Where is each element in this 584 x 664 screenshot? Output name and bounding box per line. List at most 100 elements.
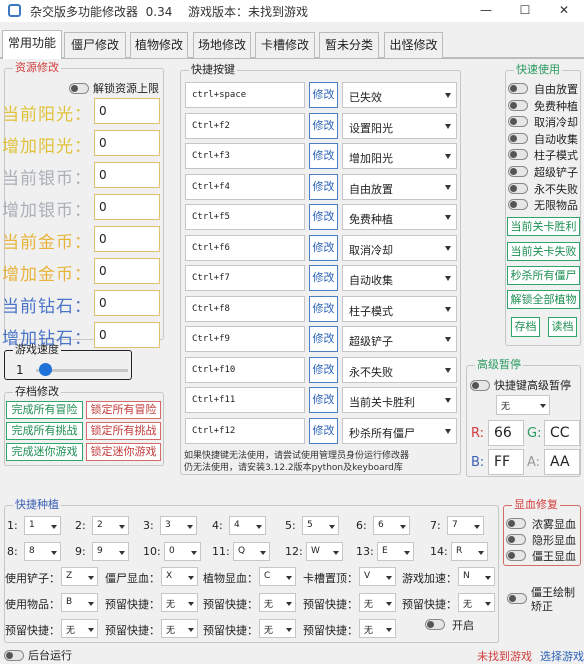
- lock-minigame-button[interactable]: 锁定迷你游戏: [86, 443, 161, 461]
- hotkey-input[interactable]: Ctrl+f8: [185, 295, 305, 322]
- hotkey-input[interactable]: Ctrl+f5: [185, 204, 305, 230]
- hotkey-action-select[interactable]: 自动收集: [342, 265, 457, 291]
- quick-plant-select[interactable]: 9: [92, 542, 129, 561]
- quick-plant-select[interactable]: 无: [161, 619, 198, 638]
- quick-plant-select[interactable]: X: [161, 567, 198, 586]
- tab-spawn[interactable]: 出怪修改: [384, 32, 443, 58]
- hotkey-edit-button[interactable]: 修改: [309, 173, 338, 200]
- quick-plant-select[interactable]: V: [359, 567, 396, 586]
- tab-plant[interactable]: 植物修改: [130, 32, 188, 58]
- hotkey-action-select[interactable]: 已失效: [342, 82, 457, 108]
- load-game-button[interactable]: 读档: [548, 317, 577, 337]
- resource-input[interactable]: 0: [94, 194, 160, 220]
- hotkey-action-select[interactable]: 柱子模式: [342, 295, 457, 322]
- hotkey-action-select[interactable]: 超级铲子: [342, 326, 457, 352]
- resource-input[interactable]: 0: [94, 322, 160, 348]
- hotkey-input[interactable]: Ctrl+f3: [185, 143, 305, 169]
- kill-all-zombies-button[interactable]: 秒杀所有僵尸: [507, 266, 580, 285]
- quick-plant-select[interactable]: 无: [359, 619, 396, 638]
- quick-plant-select[interactable]: 3: [160, 516, 197, 535]
- complete-adventure-button[interactable]: 完成所有冒险: [6, 401, 83, 419]
- hotkey-action-select[interactable]: 自由放置: [342, 173, 457, 200]
- invisible-hp-toggle[interactable]: [506, 534, 526, 545]
- resource-input[interactable]: 0: [94, 258, 160, 284]
- quick-plant-select[interactable]: W: [306, 542, 343, 561]
- resource-input[interactable]: 0: [94, 290, 160, 316]
- lock-adventure-button[interactable]: 锁定所有冒险: [86, 401, 161, 419]
- hotkey-edit-button[interactable]: 修改: [309, 295, 338, 322]
- lock-challenge-button[interactable]: 锁定所有挑战: [86, 422, 161, 440]
- tab-cardslot[interactable]: 卡槽修改: [255, 32, 315, 58]
- hotkey-action-select[interactable]: 永不失败: [342, 356, 457, 383]
- quick-plant-select[interactable]: E: [377, 542, 414, 561]
- hotkey-input[interactable]: Ctrl+f4: [185, 173, 305, 200]
- quick-use-toggle[interactable]: [508, 99, 528, 111]
- a-input[interactable]: AA: [544, 449, 580, 475]
- hotkey-edit-button[interactable]: 修改: [309, 112, 338, 139]
- quick-plant-select[interactable]: 无: [259, 619, 296, 638]
- quick-plant-select[interactable]: R: [451, 542, 488, 561]
- level-fail-button[interactable]: 当前关卡失败: [507, 242, 580, 261]
- quick-plant-select[interactable]: 4: [229, 516, 266, 535]
- maximize-button[interactable]: ☐: [505, 0, 545, 22]
- hotkey-action-select[interactable]: 当前关卡胜利: [342, 387, 457, 413]
- hotkey-input[interactable]: Ctrl+f6: [185, 234, 305, 261]
- hotkey-input[interactable]: Ctrl+f10: [185, 356, 305, 383]
- quick-plant-select[interactable]: 8: [24, 542, 61, 561]
- save-game-button[interactable]: 存档: [511, 317, 540, 337]
- quick-plant-select[interactable]: 无: [161, 593, 198, 612]
- quick-use-toggle[interactable]: [508, 83, 528, 94]
- quick-plant-select[interactable]: 无: [61, 619, 98, 638]
- fog-hp-toggle[interactable]: [506, 518, 526, 529]
- b-input[interactable]: FF: [488, 449, 524, 475]
- r-input[interactable]: 66: [488, 420, 524, 446]
- tab-field[interactable]: 场地修改: [193, 32, 251, 58]
- hotkey-action-select[interactable]: 取消冷却: [342, 234, 457, 261]
- unlock-resource-toggle[interactable]: [69, 83, 89, 94]
- advanced-pause-toggle[interactable]: [470, 380, 490, 391]
- quick-plant-select[interactable]: 0: [164, 542, 201, 561]
- tab-zombie[interactable]: 僵尸修改: [64, 32, 126, 58]
- quick-plant-select[interactable]: 1: [24, 516, 61, 535]
- quick-plant-select[interactable]: 无: [458, 593, 495, 612]
- hotkey-action-select[interactable]: 增加阳光: [342, 143, 457, 169]
- complete-challenge-button[interactable]: 完成所有挑战: [6, 422, 83, 440]
- hotkey-input[interactable]: Ctrl+f2: [185, 112, 305, 139]
- quick-plant-enable-toggle[interactable]: [425, 619, 445, 630]
- unlock-all-plants-button[interactable]: 解锁全部植物: [507, 290, 580, 309]
- background-run-toggle[interactable]: [4, 650, 24, 661]
- quick-use-toggle[interactable]: [508, 116, 528, 128]
- hotkey-edit-button[interactable]: 修改: [309, 387, 338, 413]
- close-button[interactable]: ✕: [544, 0, 584, 22]
- hotkey-edit-button[interactable]: 修改: [309, 326, 338, 352]
- hotkey-input[interactable]: ctrl+space: [185, 82, 305, 108]
- tab-unsorted[interactable]: 暂未分类: [319, 32, 379, 58]
- quick-plant-select[interactable]: Z: [61, 567, 98, 586]
- quick-plant-select[interactable]: 7: [447, 516, 484, 535]
- hotkey-action-select[interactable]: 设置阳光: [342, 112, 457, 139]
- quick-plant-select[interactable]: 2: [92, 516, 129, 535]
- quick-use-toggle[interactable]: [508, 166, 528, 177]
- hotkey-input[interactable]: Ctrl+f11: [185, 387, 305, 413]
- quick-plant-select[interactable]: 无: [359, 593, 396, 612]
- hotkey-edit-button[interactable]: 修改: [309, 356, 338, 383]
- hotkey-action-select[interactable]: 秒杀所有僵尸: [342, 417, 457, 444]
- quick-use-toggle[interactable]: [508, 132, 528, 144]
- hotkey-input[interactable]: Ctrl+f9: [185, 326, 305, 352]
- quick-use-toggle[interactable]: [508, 199, 528, 211]
- quick-plant-select[interactable]: Q: [233, 542, 270, 561]
- tab-common[interactable]: 常用功能: [2, 30, 62, 59]
- hotkey-edit-button[interactable]: 修改: [309, 265, 338, 291]
- resource-input[interactable]: 0: [94, 98, 160, 124]
- level-win-button[interactable]: 当前关卡胜利: [507, 217, 580, 236]
- hotkey-action-select[interactable]: 免费种植: [342, 204, 457, 230]
- complete-minigame-button[interactable]: 完成迷你游戏: [6, 443, 83, 461]
- quick-plant-select[interactable]: C: [259, 567, 296, 586]
- resource-input[interactable]: 0: [94, 162, 160, 188]
- quick-use-toggle[interactable]: [508, 149, 528, 161]
- quick-plant-select[interactable]: 6: [373, 516, 410, 535]
- hotkey-input[interactable]: Ctrl+f12: [185, 417, 305, 444]
- quick-plant-select[interactable]: B: [61, 593, 98, 612]
- g-input[interactable]: CC: [544, 420, 580, 446]
- minimize-button[interactable]: —: [466, 0, 506, 22]
